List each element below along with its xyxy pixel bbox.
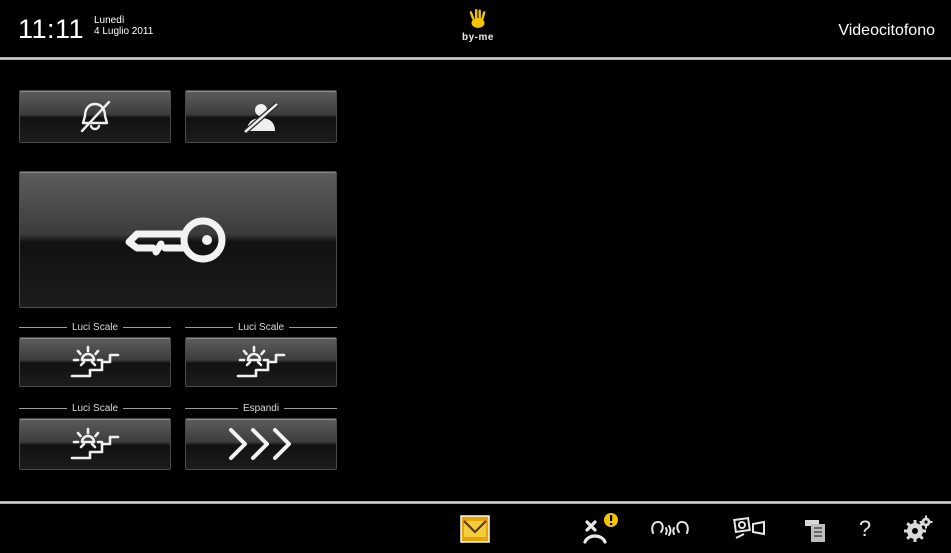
intercom-icon (651, 520, 689, 536)
stair-lights-button-1[interactable] (19, 337, 171, 387)
missed-call-alert-icon (583, 513, 618, 544)
missed-calls-button[interactable] (582, 512, 622, 546)
logo-text: by-me (462, 32, 494, 43)
full-date: 4 Luglio 2011 (94, 26, 154, 37)
section-title: Videocitofono (838, 22, 935, 39)
address-book-icon (805, 520, 825, 542)
hand-logo-icon (469, 9, 486, 28)
stair-lights-button-2[interactable] (185, 337, 337, 387)
key-icon (125, 217, 226, 262)
privacy-button[interactable] (185, 90, 337, 143)
expand-button[interactable] (185, 418, 337, 470)
label-luci-scale-1: Luci Scale (19, 320, 172, 334)
help-icon: ? (858, 516, 872, 541)
camera-cycle-icon (733, 516, 765, 539)
camera-cycle-button[interactable] (730, 512, 770, 546)
settings-button[interactable] (902, 512, 934, 546)
top-bar: 11:11 Lunedì 4 Luglio 2011 by-me Videoci… (0, 0, 951, 57)
weekday: Lunedì (94, 15, 125, 26)
stair-light-icon (236, 345, 286, 378)
top-divider (0, 57, 951, 60)
messages-envelope-icon (460, 515, 490, 543)
mute-ringer-button[interactable] (19, 90, 171, 143)
messages-button[interactable] (457, 512, 493, 546)
stair-light-icon (70, 427, 120, 460)
settings-gears-icon (904, 515, 933, 542)
stair-lights-button-3[interactable] (19, 418, 171, 470)
open-door-button[interactable] (19, 171, 337, 308)
label-luci-scale-2: Luci Scale (185, 320, 338, 334)
date-display: Lunedì 4 Luglio 2011 (94, 15, 153, 37)
by-me-logo: by-me (448, 8, 508, 48)
label-luci-scale-3: Luci Scale (19, 401, 172, 415)
help-button[interactable]: ? (852, 512, 878, 546)
bell-off-icon (80, 100, 111, 132)
triple-chevron-right-icon (229, 428, 291, 460)
bottom-bar: ? (0, 504, 951, 553)
stair-light-icon (70, 345, 120, 378)
clock: 11:11 (18, 14, 85, 44)
intercom-button[interactable] (650, 512, 690, 546)
person-off-icon (243, 101, 279, 134)
label-espandi: Espandi (185, 401, 338, 415)
address-book-button[interactable] (800, 512, 830, 546)
